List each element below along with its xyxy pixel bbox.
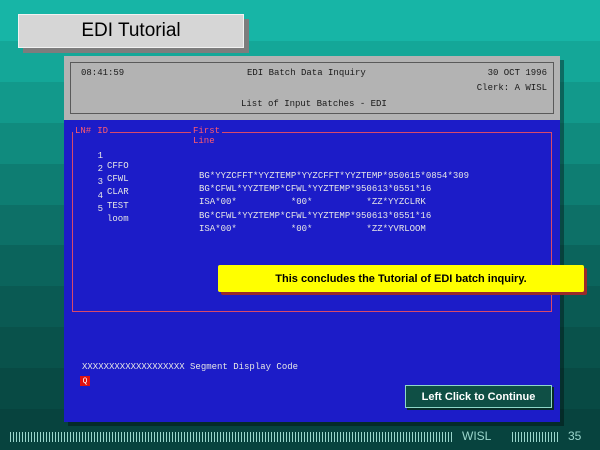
continue-label: Left Click to Continue <box>421 390 536 403</box>
screen-header: 08:41:59 EDI Batch Data Inquiry 30 OCT 1… <box>64 56 560 120</box>
row-number: 5 <box>97 203 103 214</box>
table-row[interactable]: 1 CFFO BG*YYZCFFT*YYZTEMP*YYZCFFT*YYZTEM… <box>93 141 533 181</box>
slide-title: EDI Tutorial <box>81 20 181 41</box>
screen-clerk: Clerk: A WISL <box>476 83 547 93</box>
footer-barcode-right <box>512 432 560 442</box>
tutorial-callout: This concludes the Tutorial of EDI batch… <box>218 265 584 292</box>
screen-subtitle: List of Input Batches - EDI <box>241 99 387 109</box>
batch-list-header: LN# ID First Line <box>73 126 223 146</box>
callout-text: This concludes the Tutorial of EDI batch… <box>275 272 527 285</box>
table-row[interactable]: 4 TEST BG*CFWL*YYZTEMP*CFWL*YYZTEMP*9506… <box>93 181 533 221</box>
table-row[interactable]: 2 CFWL BG*CFWL*YYZTEMP*CFWL*YYZTEMP*9506… <box>93 154 533 194</box>
table-row[interactable]: 5 loom ISA*00* *00* *ZZ*YVRLOOM <box>93 194 533 234</box>
quit-key[interactable]: Q <box>80 376 90 386</box>
screen-header-frame: 08:41:59 EDI Batch Data Inquiry 30 OCT 1… <box>70 62 554 114</box>
table-row[interactable]: 3 CLAR ISA*00* *00* *ZZ*YYZCLRK <box>93 167 533 207</box>
screen-time: 08:41:59 <box>81 68 125 78</box>
screen-date: 30 OCT 1996 <box>487 68 547 78</box>
col-line-number: LN# <box>75 126 92 136</box>
page-number: 35 <box>568 429 582 443</box>
batch-rows: 1 CFFO BG*YYZCFFT*YYZTEMP*YYZCFFT*YYZTEM… <box>93 141 533 234</box>
segment-display-legend: XXXXXXXXXXXXXXXXXXX Segment Display Code <box>82 362 299 372</box>
row-first-line: ISA*00* *00* *ZZ*YVRLOOM <box>199 223 426 234</box>
footer-barcode-left <box>10 432 454 442</box>
continue-button[interactable]: Left Click to Continue <box>405 385 552 408</box>
col-id: ID <box>97 126 109 136</box>
row-id: loom <box>107 213 129 224</box>
footer-brand: WISL <box>462 429 492 443</box>
row-first-line: BG*CFWL*YYZTEMP*CFWL*YYZTEMP*950613*0551… <box>199 210 432 221</box>
screen-title: EDI Batch Data Inquiry <box>247 68 366 78</box>
terminal-window: 08:41:59 EDI Batch Data Inquiry 30 OCT 1… <box>64 56 560 422</box>
slide-title-box: EDI Tutorial <box>18 14 244 48</box>
